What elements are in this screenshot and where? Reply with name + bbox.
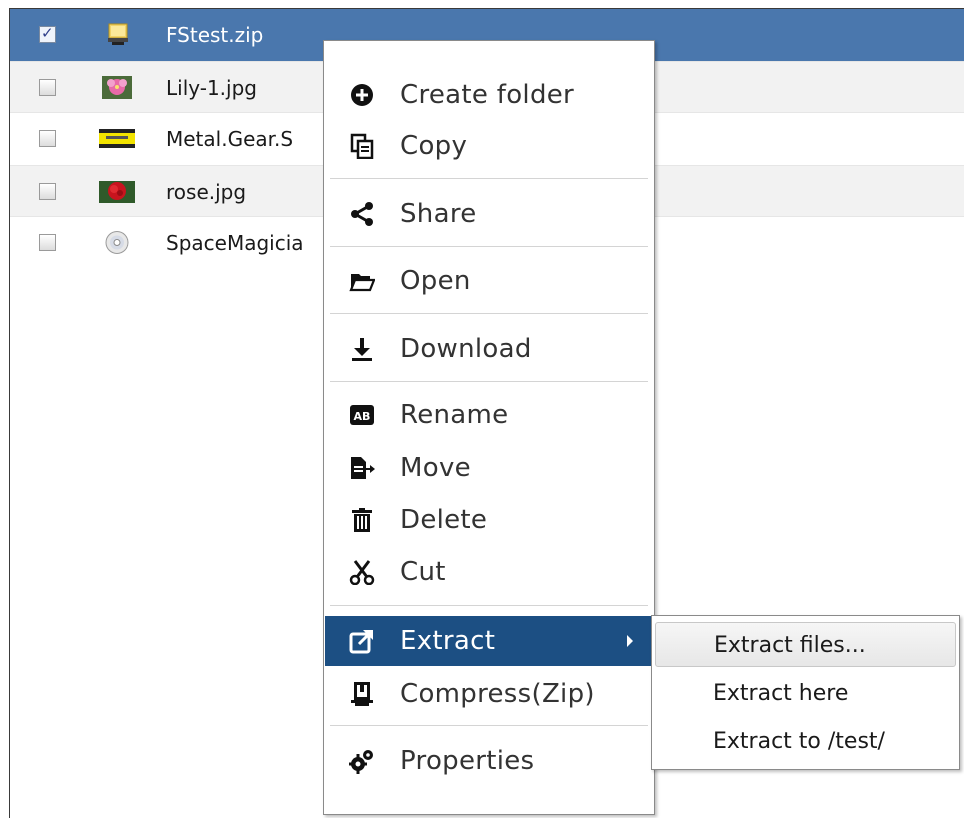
metal-gear-image-thumbnail [99,129,135,148]
copy-icon [350,133,374,159]
menu-item-open[interactable]: Open [325,256,653,306]
gears-icon [349,750,373,774]
move-icon [351,457,375,479]
file-name[interactable]: FStest.zip [166,23,263,47]
share-icon [351,202,373,226]
file-name[interactable]: Lily-1.jpg [166,76,257,100]
row-checkbox[interactable] [39,79,56,96]
file-name[interactable]: SpaceMagicia [166,231,304,255]
menu-item-download[interactable]: Download [325,324,653,374]
menu-separator [330,246,648,247]
menu-item-share[interactable]: Share [325,189,653,239]
plus-circle-icon [351,84,373,106]
menu-item-extract[interactable]: Extract [325,616,653,666]
trash-icon [352,508,372,532]
menu-item-label: Delete [400,505,488,535]
menu-item-create-folder[interactable]: Create folder [325,70,653,120]
svg-text:AB: AB [354,410,371,423]
menu-separator [330,725,648,726]
menu-item-cut[interactable]: Cut [325,547,653,597]
menu-separator [330,178,648,179]
row-checkbox[interactable] [39,130,56,147]
lily-image-thumbnail [102,76,132,99]
folder-open-icon [349,274,375,292]
menu-item-compress-zip[interactable]: Compress(Zip) [325,669,653,719]
menu-item-label: Copy [400,131,468,161]
rename-ab-icon: AB [350,405,374,425]
submenu-item-extract-to-test[interactable]: Extract to /test/ [655,719,956,764]
rose-image-thumbnail [99,181,135,203]
row-checkbox[interactable] [39,24,56,43]
menu-separator [330,605,648,606]
external-link-icon [349,630,373,654]
menu-item-label: Extract [400,626,496,656]
menu-item-label: Properties [400,746,535,776]
context-menu: Create folder Copy Share Open Download A… [323,40,655,815]
menu-item-label: Open [400,266,471,296]
menu-item-copy[interactable]: Copy [325,121,653,171]
submenu-item-extract-files[interactable]: Extract files... [655,622,956,667]
compress-zip-icon [351,682,373,706]
download-icon [352,338,372,361]
file-name[interactable]: rose.jpg [166,180,246,204]
menu-item-properties[interactable]: Properties [325,736,653,786]
submenu-item-label: Extract here [713,681,849,706]
menu-item-label: Cut [400,557,446,587]
submenu-arrow-icon [627,635,633,647]
row-checkbox[interactable] [39,183,56,200]
menu-item-rename[interactable]: AB Rename [325,390,653,440]
menu-item-label: Rename [400,400,509,430]
submenu-item-label: Extract files... [714,633,866,658]
file-name[interactable]: Metal.Gear.S [166,127,293,151]
menu-item-label: Share [400,199,477,229]
submenu-item-label: Extract to /test/ [713,729,885,754]
menu-item-label: Move [400,453,471,483]
menu-item-label: Create folder [400,80,575,110]
menu-separator [330,381,648,382]
row-checkbox[interactable] [39,234,56,251]
zip-archive-icon [108,23,128,45]
scissors-icon [349,560,375,585]
submenu-item-extract-here[interactable]: Extract here [655,671,956,716]
menu-separator [330,313,648,314]
disc-image-icon [105,231,129,254]
extract-submenu: Extract files... Extract here Extract to… [651,615,960,770]
menu-item-move[interactable]: Move [325,443,653,493]
menu-item-delete[interactable]: Delete [325,495,653,545]
menu-item-label: Compress(Zip) [400,679,595,709]
menu-item-label: Download [400,334,532,364]
